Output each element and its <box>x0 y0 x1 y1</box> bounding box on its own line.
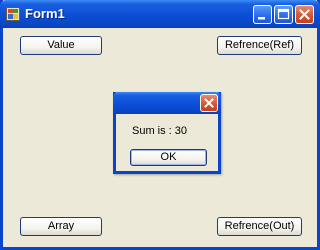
refrence-out-button[interactable]: Refrence(Out) <box>217 217 302 236</box>
value-button[interactable]: Value <box>20 36 102 55</box>
minimize-button[interactable] <box>253 5 272 24</box>
close-button[interactable] <box>295 5 314 24</box>
maximize-button[interactable] <box>274 5 293 24</box>
form-app-icon[interactable] <box>6 7 20 21</box>
minimize-icon <box>258 17 265 20</box>
array-button[interactable]: Array <box>20 217 102 236</box>
message-box: Sum is : 30 OK <box>113 92 221 174</box>
message-box-close-button[interactable] <box>200 94 218 112</box>
window-title: Form1 <box>25 6 65 21</box>
maximize-icon <box>277 8 290 20</box>
message-box-title-bar[interactable] <box>113 92 221 114</box>
ok-button[interactable]: OK <box>130 149 207 166</box>
close-icon <box>299 9 310 20</box>
title-bar[interactable]: Form1 <box>0 0 320 28</box>
close-icon <box>204 98 214 108</box>
refrence-ref-button[interactable]: Refrence(Ref) <box>217 36 302 55</box>
message-text: Sum is : 30 <box>132 125 188 137</box>
